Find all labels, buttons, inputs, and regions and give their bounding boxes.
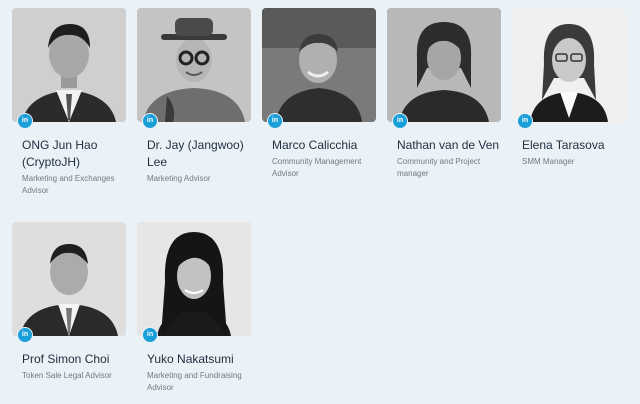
linkedin-icon[interactable]: in [268,114,282,128]
portrait-photo [137,8,251,122]
member-name: Nathan van de Ven Community and Project … [397,137,507,180]
linkedin-icon[interactable]: in [393,114,407,128]
portrait-photo [12,8,126,122]
member-name-text: Prof Simon Choi [22,352,110,366]
linkedin-icon[interactable]: in [143,114,157,128]
member-name: Elena Tarasova SMM Manager [522,137,632,168]
member-role: Marketing and Exchanges Advisor [22,174,115,195]
member-role: SMM Manager [522,157,575,166]
member-name-text: Nathan van de Ven [397,138,500,152]
member-name-text: ONG Jun Hao (CryptoJH) [22,138,98,169]
linkedin-icon[interactable]: in [518,114,532,128]
member-name: Marco Calicchia Community Management Adv… [272,137,382,180]
portrait-photo [512,8,626,122]
member-name-text: Elena Tarasova [522,138,605,152]
member-name: ONG Jun Hao (CryptoJH) Marketing and Exc… [22,137,132,197]
member-name-text: Marco Calicchia [272,138,358,152]
member-role: Token Sale Legal Advisor [22,371,112,380]
portrait-photo [262,8,376,122]
portrait-photo [137,222,251,336]
member-role: Community Management Advisor [272,157,362,178]
portrait-photo [12,222,126,336]
member-name: Yuko Nakatsumi Marketing and Fundraising… [147,351,257,394]
portrait-photo [387,8,501,122]
linkedin-icon[interactable]: in [18,328,32,342]
member-name-text: Yuko Nakatsumi [147,352,234,366]
member-role: Community and Project manager [397,157,481,178]
member-name: Prof Simon Choi Token Sale Legal Advisor [22,351,132,382]
member-role: Marketing Advisor [147,174,211,183]
member-name-text: Dr. Jay (Jangwoo) Lee [147,138,244,169]
linkedin-icon[interactable]: in [143,328,157,342]
member-role: Marketing and Fundraising Advisor [147,371,242,392]
member-name: Dr. Jay (Jangwoo) Lee Marketing Advisor [147,137,257,185]
linkedin-icon[interactable]: in [18,114,32,128]
